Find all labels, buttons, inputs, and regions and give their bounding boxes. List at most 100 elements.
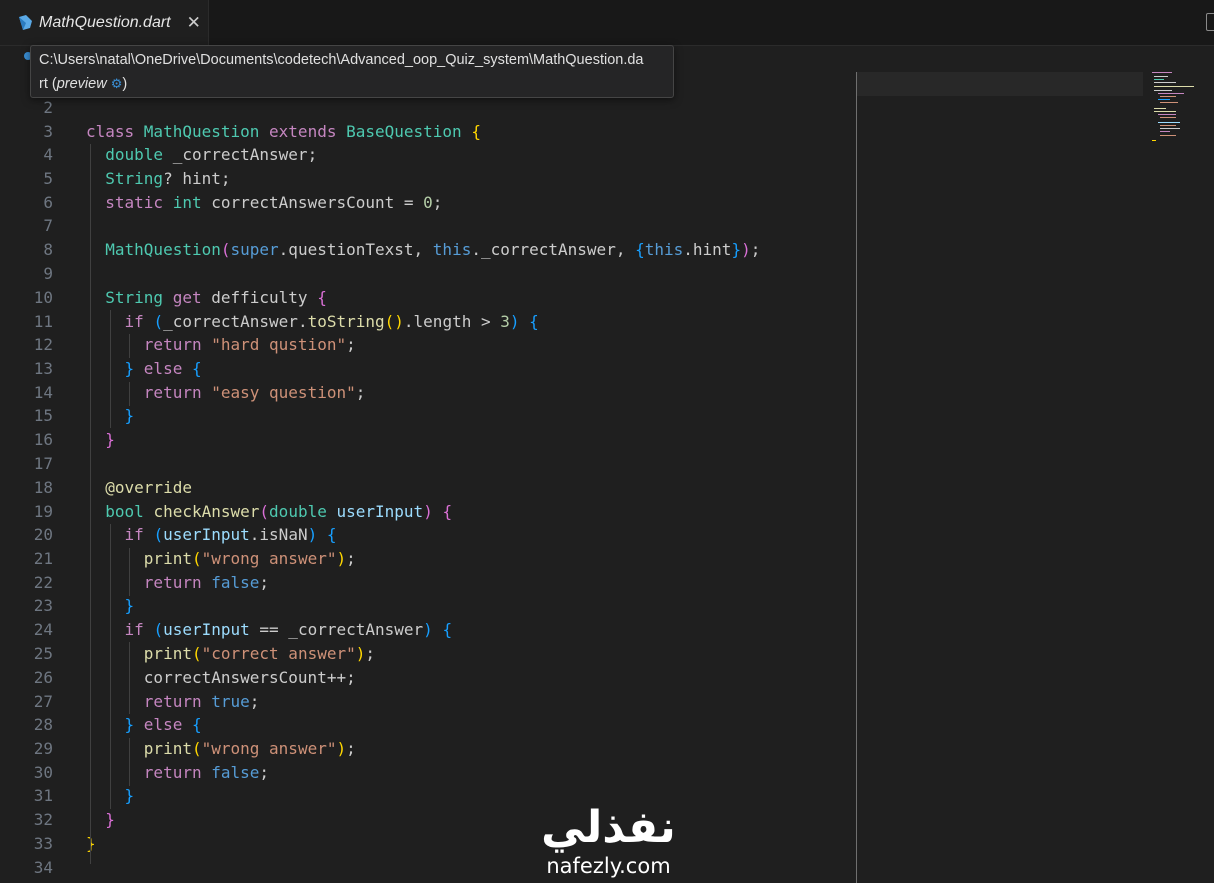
code-token: double — [105, 145, 173, 164]
code-line[interactable]: 20 if (userInput.isNaN) { — [0, 523, 1150, 547]
code-line[interactable]: 19 bool checkAnswer(double userInput) { — [0, 500, 1150, 524]
line-number: 26 — [33, 668, 53, 687]
line-code: if (userInput == _correctAnswer) { — [86, 618, 453, 642]
code-line[interactable]: 28 } else { — [0, 713, 1150, 737]
gear-icon[interactable]: ⚙ — [111, 77, 123, 92]
minimap-stroke — [1152, 72, 1172, 73]
code-line[interactable]: 29 print("wrong answer"); — [0, 737, 1150, 761]
code-token: "hard qustion" — [211, 335, 347, 354]
code-line[interactable]: 24 if (userInput == _correctAnswer) { — [0, 618, 1150, 642]
line-number: 19 — [33, 502, 53, 521]
code-token: return — [143, 692, 212, 711]
code-line[interactable]: 26 correctAnswersCount++; — [0, 666, 1150, 690]
code-token: ; — [355, 383, 366, 402]
line-code: } else { — [86, 357, 202, 381]
code-token: return — [143, 763, 212, 782]
minimap-stroke — [1154, 90, 1172, 91]
code-line[interactable]: 5 String? hint; — [0, 167, 1150, 191]
code-line[interactable]: 11 if (_correctAnswer.toString().length … — [0, 310, 1150, 334]
code-token: } — [124, 596, 135, 615]
line-number: 24 — [33, 620, 53, 639]
code-token: if — [124, 312, 154, 331]
code-token: if — [124, 525, 154, 544]
code-line[interactable]: 10 String get defficulty { — [0, 286, 1150, 310]
line-code: MathQuestion(super.questionTexst, this._… — [86, 238, 760, 262]
line-number: 5 — [43, 169, 53, 188]
line-number: 7 — [43, 216, 53, 235]
code-token: print — [143, 739, 192, 758]
code-line[interactable]: 4 double _correctAnswer; — [0, 143, 1150, 167]
code-token: ; — [432, 193, 443, 212]
minimap-stroke — [1154, 76, 1168, 77]
code-line[interactable]: 7 — [0, 214, 1150, 238]
code-line[interactable]: 17 — [0, 452, 1150, 476]
code-token: ._correctAnswer, — [471, 240, 636, 259]
code-token: ; — [259, 573, 270, 592]
code-token: "wrong answer" — [201, 739, 337, 758]
code-token: this — [432, 240, 472, 259]
tab-mathquestion[interactable]: MathQuestion.dart ✕ — [0, 0, 209, 45]
code-line[interactable]: 15 } — [0, 404, 1150, 428]
code-token: _correctAnswer; — [172, 145, 318, 164]
code-token: ; — [259, 763, 270, 782]
code-token: BaseQuestion — [346, 122, 472, 141]
code-line[interactable]: 14 return "easy question"; — [0, 381, 1150, 405]
code-line[interactable]: 27 return true; — [0, 690, 1150, 714]
code-token: defficulty — [211, 288, 318, 307]
code-line[interactable]: 2 — [0, 96, 1150, 120]
line-code: print("wrong answer"); — [86, 737, 356, 761]
close-icon[interactable]: ✕ — [187, 13, 201, 33]
code-token: == _correctAnswer — [259, 620, 424, 639]
code-token: MathQuestion — [143, 122, 270, 141]
code-token: print — [143, 549, 192, 568]
code-token: "wrong answer" — [201, 549, 337, 568]
split-editor-icon[interactable] — [1206, 13, 1214, 31]
code-line[interactable]: 18 @override — [0, 476, 1150, 500]
current-line-highlight — [857, 72, 1143, 96]
code-token: .isNaN — [249, 525, 308, 544]
line-number: 29 — [33, 739, 53, 758]
code-line[interactable]: 8 MathQuestion(super.questionTexst, this… — [0, 238, 1150, 262]
code-token: return — [143, 383, 212, 402]
watermark-arabic: نفذلي — [541, 802, 676, 853]
code-line[interactable]: 23 } — [0, 594, 1150, 618]
code-token: .length > — [403, 312, 501, 331]
code-line[interactable]: 16 } — [0, 428, 1150, 452]
code-token: 3 — [500, 312, 510, 331]
line-number: 14 — [33, 383, 53, 402]
code-token: ( — [153, 620, 164, 639]
code-token: } — [105, 430, 115, 449]
tooltip-preview-label: preview — [56, 76, 107, 92]
line-number: 10 — [33, 288, 53, 307]
code-line[interactable]: 9 — [0, 262, 1150, 286]
code-line[interactable]: 22 return false; — [0, 571, 1150, 595]
code-line[interactable]: 13 } else { — [0, 357, 1150, 381]
line-code: return "easy question"; — [86, 381, 366, 405]
line-number: 30 — [33, 763, 53, 782]
code-line[interactable]: 21 print("wrong answer"); — [0, 547, 1150, 571]
code-line[interactable]: 30 return false; — [0, 761, 1150, 785]
code-token: } — [731, 240, 742, 259]
code-token: ) — [423, 620, 433, 639]
code-line[interactable]: 6 static int correctAnswersCount = 0; — [0, 191, 1150, 215]
code-editor[interactable]: 2 3 class MathQuestion extends BaseQuestio… — [0, 96, 1214, 883]
code-line[interactable]: 25 print("correct answer"); — [0, 642, 1150, 666]
line-number: 25 — [33, 644, 53, 663]
code-line[interactable]: 12 return "hard qustion"; — [0, 333, 1150, 357]
code-line[interactable]: 3 class MathQuestion extends BaseQuestion… — [0, 120, 1150, 144]
tooltip-path-line1: C:\Users\natal\OneDrive\Documents\codete… — [39, 52, 644, 68]
code-token: true — [211, 692, 250, 711]
